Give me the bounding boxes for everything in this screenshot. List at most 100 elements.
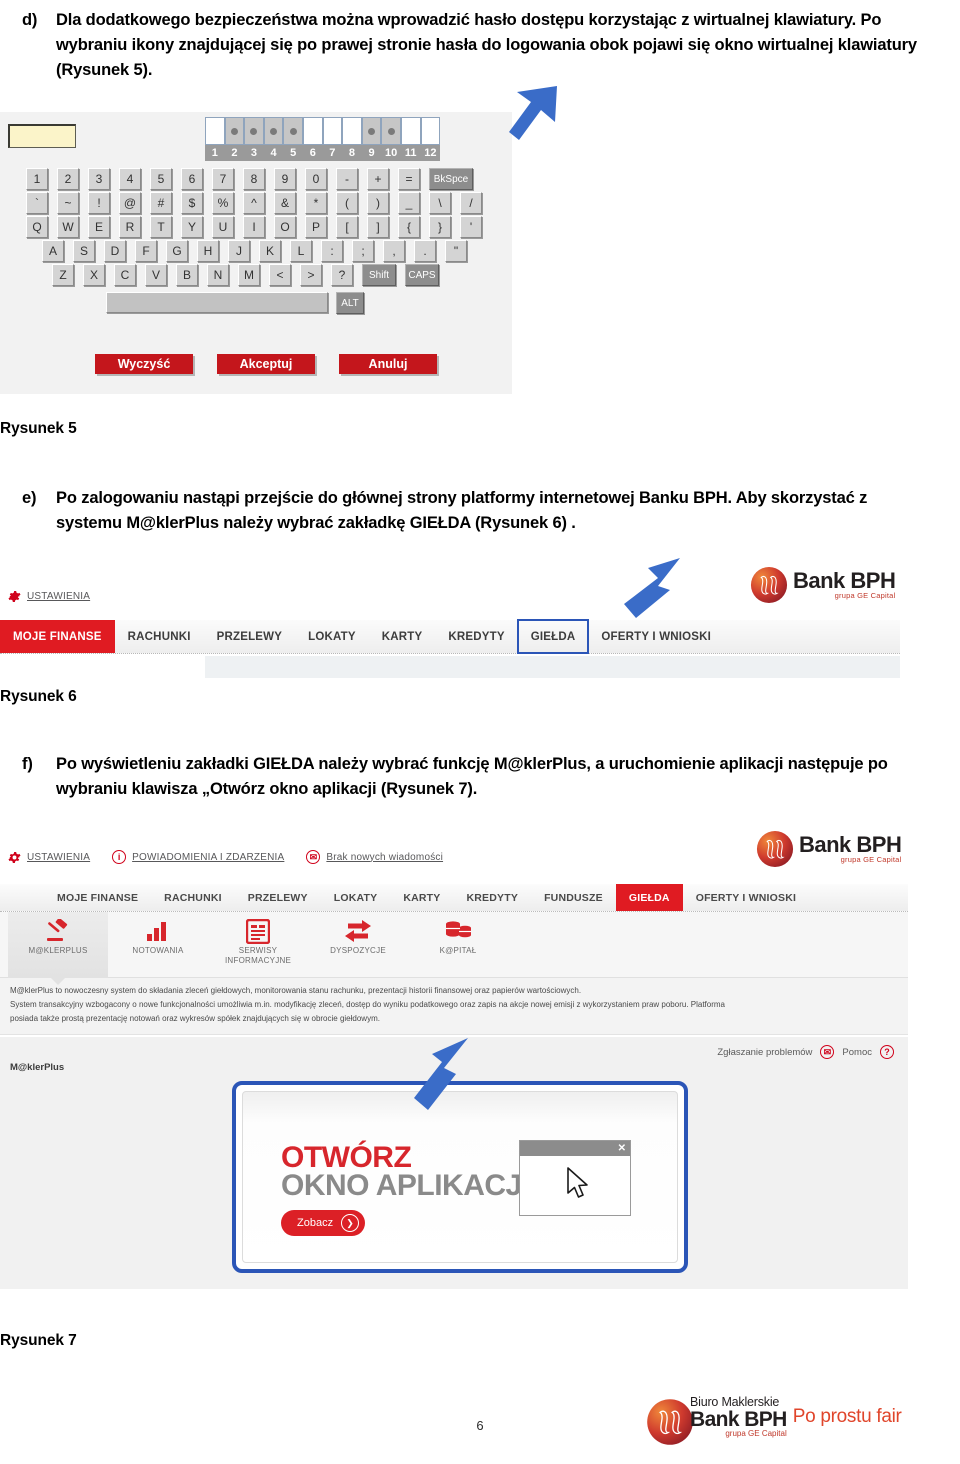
- key-r[interactable]: R: [119, 216, 141, 238]
- function-icon-k-pita-[interactable]: K@PITAŁ: [408, 912, 508, 978]
- key-v[interactable]: V: [145, 264, 167, 286]
- key-y[interactable]: Y: [181, 216, 203, 238]
- key-[interactable]: %: [212, 192, 234, 214]
- key-[interactable]: <: [269, 264, 291, 286]
- nav-tab-rachunki[interactable]: RACHUNKI: [151, 884, 235, 911]
- key-[interactable]: ]: [367, 216, 389, 238]
- key-i[interactable]: I: [243, 216, 265, 238]
- key-t[interactable]: T: [150, 216, 172, 238]
- utility-link-powiadomienia-i-zdarzenia[interactable]: i POWIADOMIENIA I ZDARZENIA: [112, 850, 284, 864]
- key-x[interactable]: X: [83, 264, 105, 286]
- virtual-keyboard-keys[interactable]: 1 2 3 4 5 6 7 8 9 0- + = BkSpce ` ~! @ # $% ^ & *() _ \ / Q W E R T Y…: [26, 168, 482, 314]
- key-[interactable]: *: [305, 192, 327, 214]
- function-icon-m-klerplus[interactable]: M@KLERPLUS: [8, 912, 108, 985]
- function-icon-serwisy-informacyjne[interactable]: SERWISY INFORMACYJNE: [208, 912, 308, 978]
- nav-tab-moje-finanse[interactable]: MOJE FINANSE: [0, 620, 115, 653]
- figure-6-navbar[interactable]: MOJE FINANSE RACHUNKI PRZELEWY LOKATY KARTY K…: [0, 619, 900, 654]
- key-j[interactable]: J: [228, 240, 250, 262]
- key-p[interactable]: P: [305, 216, 327, 238]
- key-2[interactable]: 2: [57, 168, 79, 190]
- utility-link-brak-nowych-wiadomo-ci[interactable]: ✉ Brak nowych wiadomości: [306, 850, 443, 864]
- key-4[interactable]: 4: [119, 168, 141, 190]
- cancel-button[interactable]: Anuluj: [339, 354, 437, 374]
- report-problem-label[interactable]: Zgłaszanie problemów: [717, 1047, 812, 1058]
- nav-tab-moje-finanse[interactable]: MOJE FINANSE: [44, 884, 151, 911]
- key-u[interactable]: U: [212, 216, 234, 238]
- nav-tab-przelewy[interactable]: PRZELEWY: [204, 620, 296, 653]
- key-w[interactable]: W: [57, 216, 79, 238]
- figure-7-navbar[interactable]: MOJE FINANSE RACHUNKI PRZELEWY LOKATY KARTY K…: [0, 884, 908, 912]
- key-h[interactable]: H: [197, 240, 219, 262]
- figure-7-function-icon-bar[interactable]: M@KLERPLUS NOTOWANIA SERWISY INFORMACYJNE D…: [0, 912, 908, 985]
- key-[interactable]: ^: [243, 192, 265, 214]
- nav-tab-fundusze[interactable]: FUNDUSZE: [531, 884, 616, 911]
- key-[interactable]: $: [181, 192, 203, 214]
- key-5[interactable]: 5: [150, 168, 172, 190]
- nav-tab-lokaty[interactable]: LOKATY: [295, 620, 369, 653]
- figure-7-utility-links[interactable]: USTAWIENIA i POWIADOMIENIA I ZDARZENIA ✉ Bra…: [8, 850, 443, 864]
- key-c[interactable]: C: [114, 264, 136, 286]
- key-k[interactable]: K: [259, 240, 281, 262]
- key-[interactable]: :: [321, 240, 343, 262]
- key-[interactable]: #: [150, 192, 172, 214]
- key-[interactable]: -: [336, 168, 358, 190]
- key-[interactable]: }: [429, 216, 451, 238]
- key-[interactable]: ,: [383, 240, 405, 262]
- key-[interactable]: /: [460, 192, 482, 214]
- question-icon[interactable]: ?: [880, 1045, 894, 1059]
- nav-tab-przelewy[interactable]: PRZELEWY: [235, 884, 321, 911]
- nav-tab-rachunki[interactable]: RACHUNKI: [115, 620, 204, 653]
- key-7[interactable]: 7: [212, 168, 234, 190]
- key-[interactable]: !: [88, 192, 110, 214]
- nav-tab-gie-da[interactable]: GIEŁDA: [516, 619, 590, 654]
- key-e[interactable]: E: [88, 216, 110, 238]
- key-[interactable]: ~: [57, 192, 79, 214]
- key-[interactable]: ": [445, 240, 467, 262]
- key-[interactable]: ?: [331, 264, 353, 286]
- key-space[interactable]: [106, 292, 328, 313]
- key-[interactable]: >: [300, 264, 322, 286]
- key-[interactable]: ): [367, 192, 389, 214]
- key-8[interactable]: 8: [243, 168, 265, 190]
- password-input[interactable]: [8, 124, 76, 148]
- key-n[interactable]: N: [207, 264, 229, 286]
- accept-button[interactable]: Akceptuj: [217, 354, 315, 374]
- key-alt[interactable]: ALT: [336, 292, 364, 314]
- nav-tab-karty[interactable]: KARTY: [390, 884, 453, 911]
- key-caps[interactable]: CAPS: [405, 264, 439, 286]
- function-icon-notowania[interactable]: NOTOWANIA: [108, 912, 208, 978]
- nav-tab-karty[interactable]: KARTY: [369, 620, 436, 653]
- key-6[interactable]: 6: [181, 168, 203, 190]
- key-[interactable]: {: [398, 216, 420, 238]
- envelope-icon[interactable]: ✉: [820, 1045, 835, 1059]
- key-b[interactable]: B: [176, 264, 198, 286]
- key-[interactable]: .: [414, 240, 436, 262]
- zobacz-button[interactable]: Zobacz ❯: [281, 1210, 366, 1236]
- key-z[interactable]: Z: [52, 264, 74, 286]
- help-label[interactable]: Pomoc: [842, 1047, 872, 1058]
- key-9[interactable]: 9: [274, 168, 296, 190]
- key-[interactable]: (: [336, 192, 358, 214]
- key-1[interactable]: 1: [26, 168, 48, 190]
- key-0[interactable]: 0: [305, 168, 327, 190]
- settings-link[interactable]: USTAWIENIA: [8, 590, 90, 603]
- key-[interactable]: =: [398, 168, 420, 190]
- help-links[interactable]: Zgłaszanie problemów ✉ Pomoc ?: [717, 1045, 894, 1059]
- nav-tab-kredyty[interactable]: KREDYTY: [453, 884, 531, 911]
- nav-tab-gie-da[interactable]: GIEŁDA: [615, 884, 683, 911]
- key-[interactable]: +: [367, 168, 389, 190]
- key-[interactable]: ;: [352, 240, 374, 262]
- key-f[interactable]: F: [135, 240, 157, 262]
- key-bkspce[interactable]: BkSpce: [429, 168, 473, 190]
- key-[interactable]: _: [398, 192, 420, 214]
- nav-tab-lokaty[interactable]: LOKATY: [321, 884, 391, 911]
- key-m[interactable]: M: [238, 264, 260, 286]
- function-icon-dyspozycje[interactable]: DYSPOZYCJE: [308, 912, 408, 978]
- key-[interactable]: &: [274, 192, 296, 214]
- key-g[interactable]: G: [166, 240, 188, 262]
- utility-link-ustawienia[interactable]: USTAWIENIA: [8, 851, 90, 864]
- key-shift[interactable]: Shift: [362, 264, 396, 286]
- nav-tab-oferty-i-wnioski[interactable]: OFERTY I WNIOSKI: [683, 884, 809, 911]
- key-3[interactable]: 3: [88, 168, 110, 190]
- key-[interactable]: \: [429, 192, 451, 214]
